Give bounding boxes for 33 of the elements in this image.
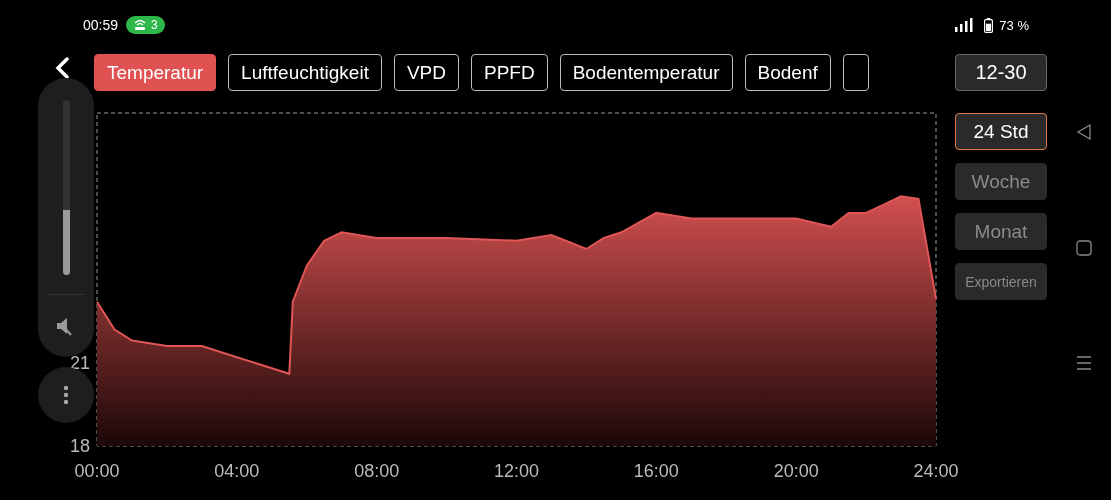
x-tick-label: 00:00	[74, 461, 120, 481]
x-tick-label: 04:00	[214, 461, 260, 481]
tab[interactable]: Luftfeuchtigkeit	[228, 54, 382, 91]
status-time: 00:59	[83, 17, 119, 33]
range-button[interactable]: Woche	[955, 163, 1047, 200]
back-nav-icon[interactable]	[1076, 124, 1092, 140]
more-icon	[63, 385, 69, 405]
range-button[interactable]: 24 Std	[955, 113, 1047, 150]
x-tick-label: 08:00	[354, 461, 400, 481]
date-button[interactable]: 12-30	[955, 54, 1047, 91]
x-tick-label: 24:00	[913, 461, 959, 481]
hotspot-count: 3	[151, 18, 158, 32]
y-tick-label: 21	[69, 352, 90, 373]
y-tick-label: 18	[69, 436, 90, 456]
range-button[interactable]: Monat	[955, 213, 1047, 250]
tab[interactable]: Bodentemperatur	[559, 54, 733, 91]
volume-slider[interactable]	[62, 100, 70, 275]
menu-icon[interactable]	[1076, 356, 1092, 370]
battery-icon	[984, 17, 994, 33]
battery-percentage: 73 %	[999, 17, 1029, 33]
hotspot-icon	[133, 19, 148, 31]
tab[interactable]: Temperatur	[94, 54, 217, 91]
tab[interactable]	[842, 54, 869, 91]
back-icon[interactable]	[53, 57, 71, 79]
export-button[interactable]: Exportieren	[955, 263, 1047, 300]
home-nav-icon[interactable]	[1076, 240, 1092, 256]
tab[interactable]: Bodenf	[744, 54, 831, 91]
x-tick-label: 20:00	[773, 461, 819, 481]
x-tick-label: 12:00	[494, 461, 539, 481]
tab[interactable]: PPFD	[471, 54, 548, 91]
more-button[interactable]	[38, 367, 94, 423]
tab[interactable]: VPD	[393, 54, 459, 91]
x-tick-label: 16:00	[633, 461, 679, 481]
